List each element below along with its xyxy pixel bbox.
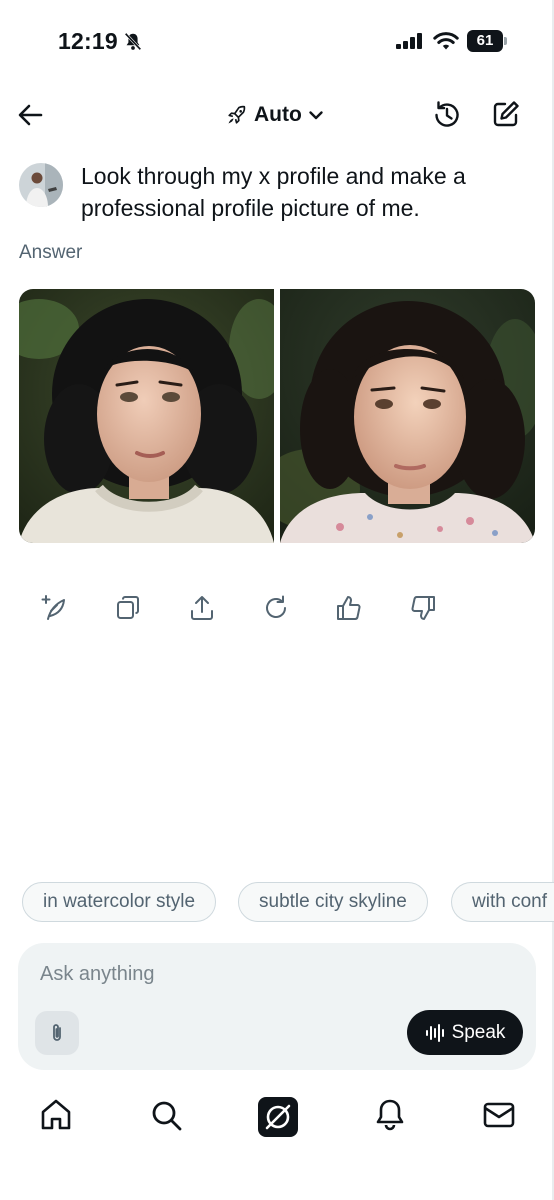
mode-label: Auto — [254, 103, 302, 126]
search-icon[interactable] — [148, 1097, 184, 1133]
rocket-icon — [228, 105, 246, 124]
cellular-signal-icon — [396, 33, 422, 49]
suggestion-chip[interactable]: in watercolor style — [22, 882, 217, 922]
history-icon[interactable] — [430, 98, 464, 132]
share-icon[interactable] — [188, 594, 216, 622]
wifi-icon — [433, 32, 459, 50]
user-avatar — [19, 163, 63, 207]
grok-tab[interactable] — [258, 1097, 298, 1137]
thumbs-up-icon[interactable] — [335, 594, 363, 622]
home-icon[interactable] — [38, 1097, 74, 1133]
mode-selector[interactable]: Auto — [226, 100, 324, 130]
battery-percent: 61 — [476, 32, 494, 49]
silent-bell-icon — [124, 32, 142, 51]
grok-icon — [265, 1104, 291, 1130]
compose-icon[interactable] — [490, 98, 522, 130]
suggestion-chip[interactable]: with conf — [451, 882, 554, 922]
attach-button[interactable] — [35, 1011, 79, 1055]
back-arrow-icon[interactable] — [16, 101, 44, 129]
generated-image-1[interactable] — [19, 289, 274, 543]
status-time: 12:19 — [58, 28, 118, 54]
ask-input[interactable]: Ask anything — [40, 963, 155, 986]
generated-image-2[interactable] — [280, 289, 535, 543]
chevron-down-icon — [309, 111, 323, 120]
user-prompt: Look through my x profile and make a pro… — [81, 163, 466, 221]
regenerate-icon[interactable] — [262, 594, 290, 622]
suggestion-chip[interactable]: subtle city skyline — [238, 882, 428, 922]
copy-icon[interactable] — [114, 594, 142, 622]
speak-button[interactable]: Speak — [407, 1010, 523, 1055]
edit-image-icon[interactable] — [40, 594, 68, 622]
paperclip-icon — [53, 1024, 61, 1041]
thumbs-down-icon[interactable] — [409, 594, 437, 622]
messages-icon[interactable] — [481, 1097, 517, 1133]
battery-indicator: 61 — [467, 30, 509, 52]
voice-waveform-icon — [425, 1023, 444, 1042]
answer-label: Answer — [19, 242, 83, 263]
notifications-icon[interactable] — [372, 1097, 408, 1133]
speak-label: Speak — [451, 1021, 506, 1043]
